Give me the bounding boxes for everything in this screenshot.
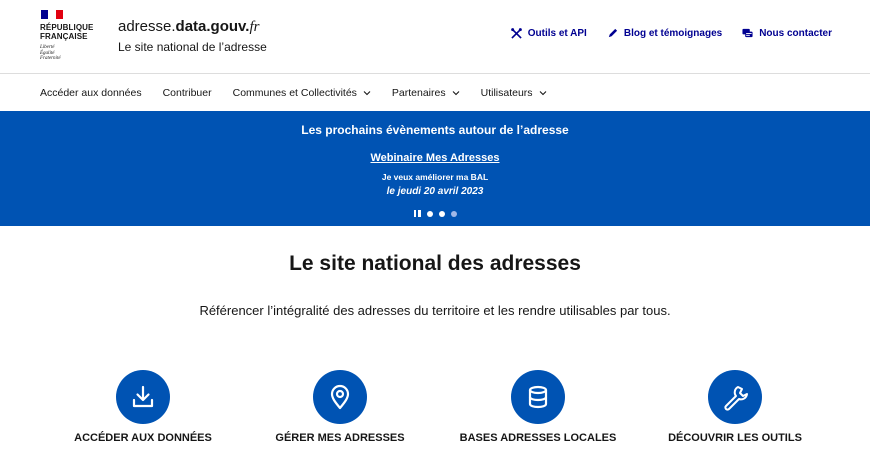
header-tools: Outils et API Blog et témoignages Nous c… <box>510 28 832 39</box>
feature-icon-circle <box>511 370 565 424</box>
nav-item-contribuer[interactable]: Contribuer <box>163 87 212 99</box>
chevron-down-icon <box>363 90 371 95</box>
nav-item-acceder-donnees[interactable]: Accéder aux données <box>40 87 142 99</box>
nav-item-communes[interactable]: Communes et Collectivités <box>233 87 371 99</box>
site-title-bold: data.gouv. <box>175 18 250 35</box>
tools-api-label: Outils et API <box>527 28 587 39</box>
blog-label: Blog et témoignages <box>623 28 723 39</box>
database-icon <box>528 385 548 409</box>
page-description: Référencer l’intégralité des adresses du… <box>199 303 671 318</box>
gov-name-line2: FRANÇAISE <box>40 32 88 41</box>
carousel-controls <box>0 210 870 217</box>
blog-link[interactable]: Blog et témoignages <box>607 28 722 39</box>
feature-list: ACCÉDER AUX DONNÉES GÉRER MES ADRESSES B… <box>0 370 870 476</box>
chat-icon <box>742 28 753 38</box>
gov-name: RÉPUBLIQUE FRANÇAISE <box>40 23 102 41</box>
carousel-dot[interactable] <box>438 210 445 217</box>
events-banner: Les prochains évènements autour de l’adr… <box>0 111 870 226</box>
feature-icon-circle <box>708 370 762 424</box>
contact-link[interactable]: Nous contacter <box>742 28 832 39</box>
feature-gerer-adresses[interactable]: GÉRER MES ADRESSES <box>240 370 440 444</box>
event-description: Je veux améliorer ma BAL <box>381 172 489 182</box>
nav-item-utilisateurs[interactable]: Utilisateurs <box>481 87 547 99</box>
tools-api-link[interactable]: Outils et API <box>510 28 587 39</box>
carousel-dot[interactable] <box>426 210 433 217</box>
banner-title: Les prochains évènements autour de l’adr… <box>301 123 569 137</box>
site-header: RÉPUBLIQUE FRANÇAISE Liberté Égalité Fra… <box>0 0 870 73</box>
gov-name-line1: RÉPUBLIQUE <box>40 23 94 32</box>
feature-label: ACCÉDER AUX DONNÉES <box>74 432 212 444</box>
gov-motto: Liberté Égalité Fraternité <box>40 45 102 62</box>
chevron-down-icon <box>452 90 459 95</box>
republique-francaise-logo[interactable]: RÉPUBLIQUE FRANÇAISE Liberté Égalité Fra… <box>40 10 102 62</box>
feature-decouvrir-outils[interactable]: DÉCOUVRIR LES OUTILS <box>635 370 835 444</box>
feature-bases-adresses-locales[interactable]: BASES ADRESSES LOCALES <box>438 370 638 444</box>
nav-label: Partenaires <box>391 86 446 99</box>
pause-icon[interactable] <box>413 210 421 217</box>
event-title-link[interactable]: Webinaire Mes Adresses <box>370 152 499 164</box>
nav-label: Communes et Collectivités <box>232 86 357 99</box>
feature-acceder-donnees[interactable]: ACCÉDER AUX DONNÉES <box>43 370 243 444</box>
feature-icon-circle <box>116 370 170 424</box>
event-date: le jeudi 20 avril 2023 <box>386 186 484 197</box>
feature-label: BASES ADRESSES LOCALES <box>459 432 617 444</box>
site-brand[interactable]: adresse.data.gouv.fr Le site national de… <box>118 18 267 55</box>
tools-icon <box>510 28 522 39</box>
wrench-icon <box>724 386 748 411</box>
download-icon <box>132 385 154 408</box>
carousel-dot[interactable] <box>450 210 457 217</box>
chevron-down-icon <box>539 90 546 95</box>
site-title-prefix: adresse. <box>118 18 176 35</box>
nav-label: Contribuer <box>162 86 212 99</box>
motto-line3: Fraternité <box>40 56 61 61</box>
nav-item-partenaires[interactable]: Partenaires <box>392 87 460 99</box>
pen-icon <box>608 28 617 38</box>
site-subtitle: Le site national de l’adresse <box>118 40 267 54</box>
site-title: adresse.data.gouv.fr <box>118 18 267 36</box>
site-title-suffix: fr <box>249 19 260 35</box>
map-pin-icon <box>330 384 350 410</box>
nav-label: Accéder aux données <box>40 86 142 99</box>
nav-label: Utilisateurs <box>480 86 533 99</box>
feature-icon-circle <box>313 370 367 424</box>
feature-label: GÉRER MES ADRESSES <box>275 432 405 444</box>
contact-label: Nous contacter <box>759 28 832 39</box>
main-navigation: Accéder aux données Contribuer Communes … <box>0 73 870 111</box>
feature-label: DÉCOUVRIR LES OUTILS <box>668 432 802 444</box>
page-title: Le site national des adresses <box>289 252 581 275</box>
marianne-flag-icon <box>41 10 63 19</box>
